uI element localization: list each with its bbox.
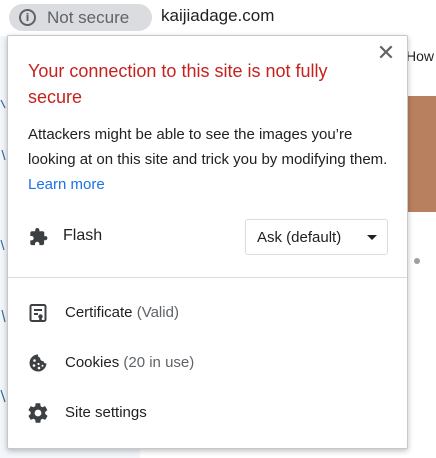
- chevron-down-icon: [367, 235, 377, 240]
- cookie-icon: [29, 354, 47, 372]
- address-bar[interactable]: i Not secure kaijiadage.com: [0, 0, 436, 34]
- cookies-item[interactable]: Cookies (20 in use): [8, 339, 407, 387]
- flash-permission-select[interactable]: Ask (default): [245, 219, 388, 255]
- certificate-item[interactable]: Certificate (Valid): [8, 289, 407, 337]
- popup-title: Your connection to this site is not full…: [28, 61, 328, 107]
- security-chip-label: Not secure: [47, 7, 130, 27]
- certificate-status: (Valid): [136, 304, 179, 321]
- flash-permission-value: Ask (default): [257, 229, 342, 246]
- cookies-label-text: Cookies: [65, 354, 120, 371]
- certificate-icon: [29, 304, 47, 322]
- page-right-heading: How: [406, 48, 435, 64]
- close-icon[interactable]: ✕: [376, 43, 396, 65]
- site-settings-label: Site settings: [65, 404, 147, 421]
- info-icon: i: [19, 9, 36, 26]
- cookies-label: Cookies (20 in use): [65, 354, 194, 371]
- certificate-label-text: Certificate: [65, 304, 133, 321]
- description-text: Attackers might be able to see the image…: [28, 126, 388, 168]
- popup-divider: [8, 277, 407, 278]
- gear-icon: [28, 403, 48, 423]
- certificate-label: Certificate (Valid): [65, 304, 179, 321]
- page-doodle-decoration: [0, 99, 6, 403]
- learn-more-link[interactable]: Learn more: [28, 176, 105, 193]
- page-carousel-dot[interactable]: [414, 258, 420, 264]
- site-info-popup: ✕ Your connection to this site is not fu…: [7, 35, 408, 449]
- address-domain[interactable]: kaijiadage.com: [161, 6, 274, 26]
- puzzle-icon: [30, 228, 48, 246]
- cookies-count: (20 in use): [123, 354, 195, 371]
- permission-row-flash: Flash Ask (default): [28, 218, 388, 256]
- popup-description: Attackers might be able to see the image…: [28, 122, 388, 197]
- site-settings-item[interactable]: Site settings: [8, 389, 407, 437]
- flash-label: Flash: [63, 227, 103, 244]
- security-chip[interactable]: i Not secure: [9, 4, 152, 31]
- page-right-image: [404, 96, 436, 212]
